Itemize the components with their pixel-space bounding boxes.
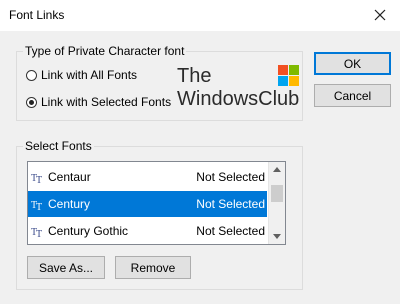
svg-text:T: T [36,202,42,210]
list-item[interactable]: T T Centaur Not Selected [28,164,267,190]
cancel-button[interactable]: Cancel [314,84,391,107]
radio-label-selected: Link with Selected Fonts [41,95,172,109]
list-item-selected[interactable]: T T Century Not Selected [28,191,267,217]
windowsclub-logo: The WindowsClub [177,65,302,113]
font-status: Not Selected [196,224,265,238]
scroll-down-icon[interactable] [273,234,281,239]
radio-button-all[interactable] [26,69,37,81]
scroll-up-icon[interactable] [273,167,281,172]
truetype-font-icon: T T [31,200,42,210]
font-name: Centaur [48,170,91,184]
type-group-legend: Type of Private Character font [23,44,187,58]
font-name: Century [48,197,91,211]
logo-text-line1: The [177,65,212,87]
radio-link-selected-fonts[interactable]: Link with Selected Fonts [26,95,171,109]
radio-link-all-fonts[interactable]: Link with All Fonts [26,68,137,82]
select-fonts-legend: Select Fonts [23,139,94,153]
title-bar: Font Links [0,0,400,31]
radio-label-all: Link with All Fonts [41,68,138,82]
scroll-thumb[interactable] [271,185,283,202]
remove-button[interactable]: Remove [115,256,191,279]
fonts-listbox[interactable]: T T Centaur Not Selected T T Century Not… [27,161,286,245]
logo-text-line2: WindowsClub [177,88,300,110]
truetype-font-icon: T T [31,227,42,237]
window-title: Font Links [9,8,65,22]
ok-button[interactable]: OK [314,52,391,75]
radio-button-selected[interactable] [26,96,37,108]
logo-squares-icon [278,65,299,86]
close-icon[interactable] [370,5,390,25]
list-scrollbar[interactable] [268,162,285,244]
font-status: Not Selected [196,170,265,184]
font-name: Century Gothic [48,224,129,238]
font-status: Not Selected [196,197,265,211]
truetype-font-icon: T T [31,173,42,183]
save-as-button[interactable]: Save As... [27,256,105,279]
list-item[interactable]: T T Century Gothic Not Selected [28,218,267,244]
svg-text:T: T [36,175,42,183]
svg-text:T: T [36,229,42,237]
